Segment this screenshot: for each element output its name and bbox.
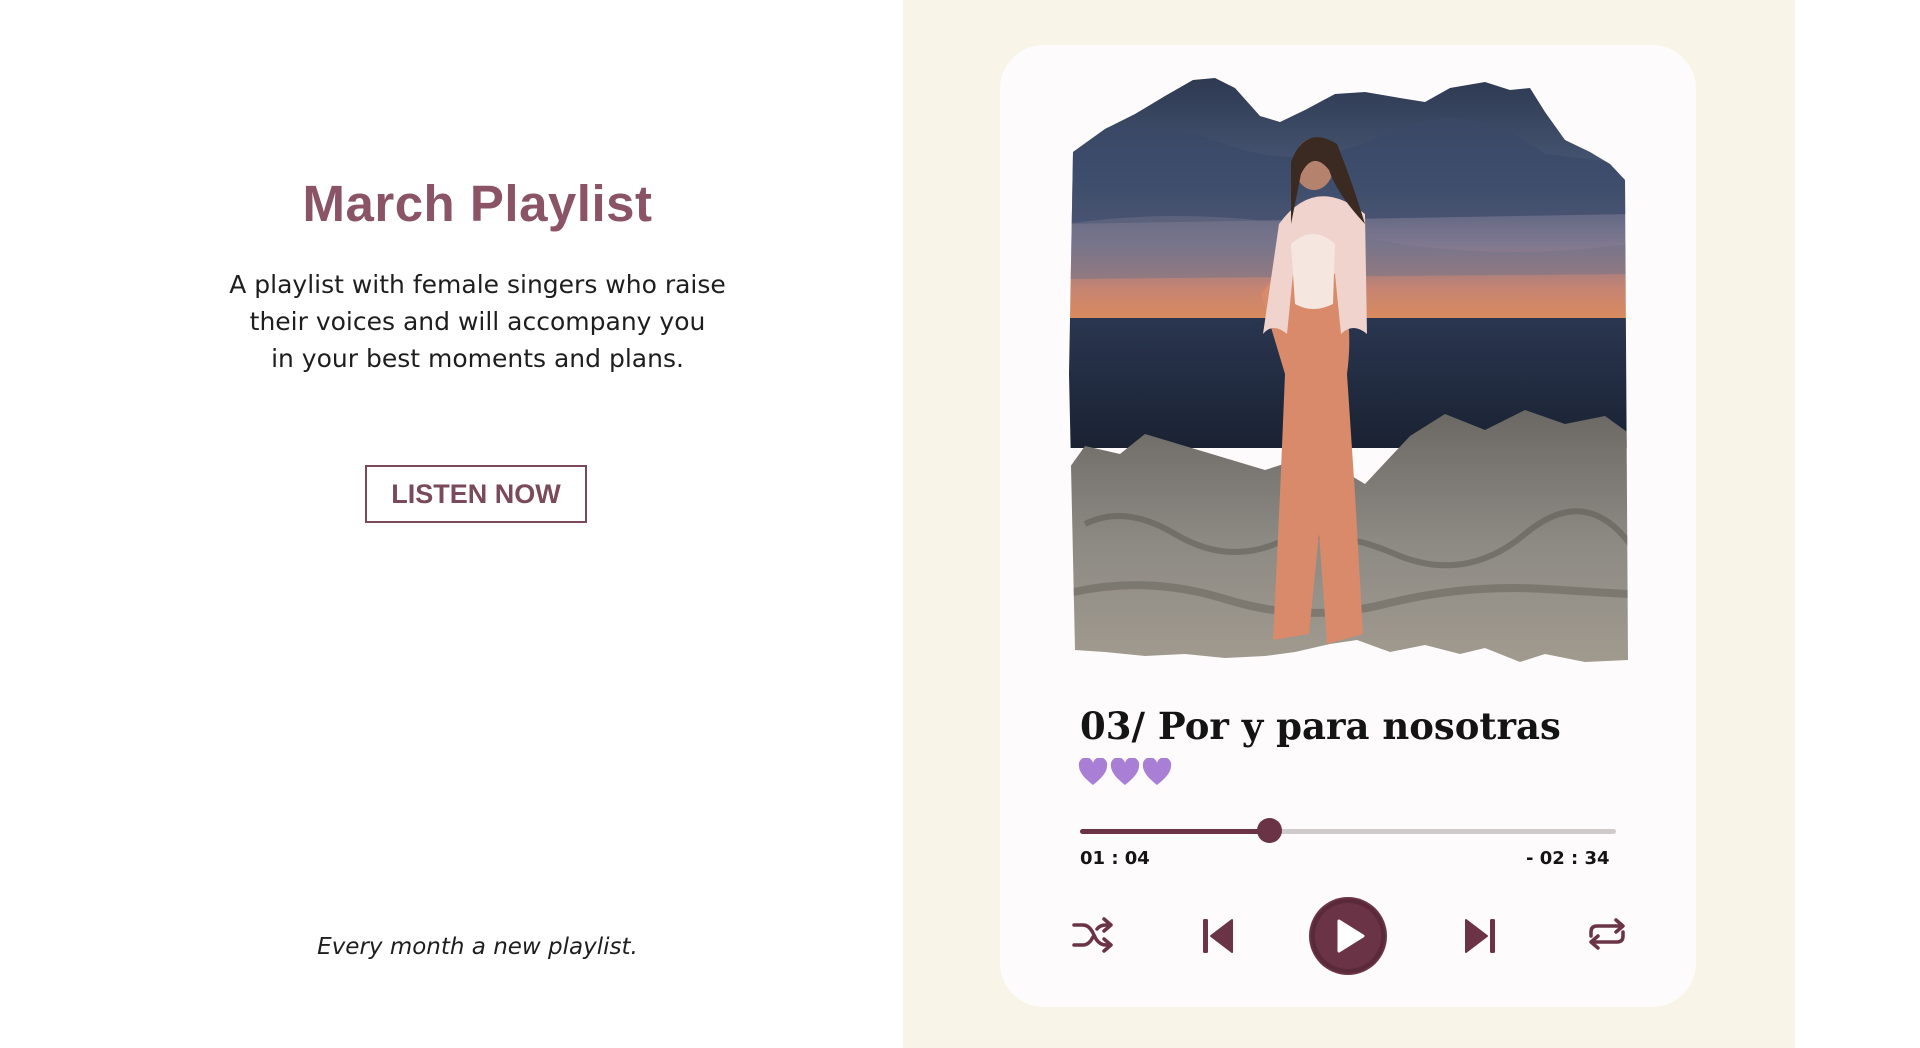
next-icon (1465, 919, 1495, 953)
shuffle-icon (1072, 917, 1113, 953)
track-title: 03/ Por y para nosotras (1080, 704, 1561, 748)
shuffle-button[interactable] (1068, 910, 1116, 958)
description-line: their voices and will accompany you (249, 307, 706, 336)
description-line: in your best moments and plans. (271, 344, 684, 373)
promo-panel (0, 0, 900, 1048)
progress-fill (1080, 829, 1270, 834)
page-title: March Playlist (302, 175, 653, 232)
repeat-icon (1589, 918, 1625, 950)
listen-now-button[interactable]: LISTEN NOW (365, 465, 587, 523)
heart-icon (1142, 758, 1172, 785)
previous-button[interactable] (1194, 910, 1242, 962)
previous-icon (1203, 919, 1233, 953)
rating-hearts (1078, 758, 1172, 786)
tagline: Every month a new playlist. (317, 934, 638, 960)
repeat-button[interactable] (1583, 910, 1631, 958)
progress-handle[interactable] (1257, 818, 1282, 843)
playlist-description: A playlist with female singers who raise… (0, 266, 955, 377)
heart-icon (1078, 758, 1108, 785)
elapsed-time: 01 : 04 (1080, 848, 1150, 869)
heart-icon (1110, 758, 1140, 785)
description-line: A playlist with female singers who raise (229, 270, 726, 299)
play-icon (1311, 899, 1385, 973)
play-button[interactable] (1309, 897, 1387, 975)
album-cover-image (1069, 78, 1628, 662)
next-button[interactable] (1456, 910, 1504, 962)
remaining-time: - 02 : 34 (1526, 848, 1610, 869)
